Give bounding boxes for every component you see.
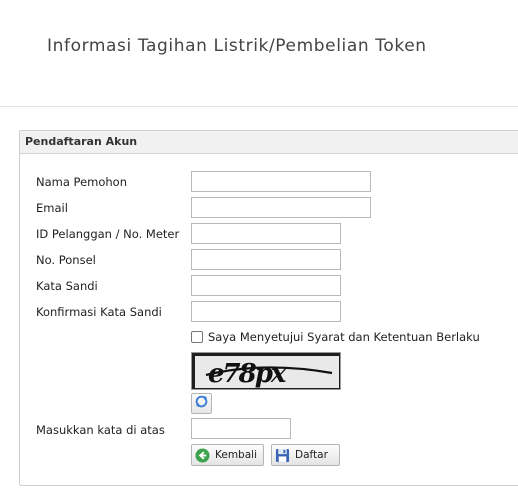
label-nama-pemohon: Nama Pemohon [36,175,128,189]
agree-checkbox[interactable] [191,331,203,343]
nama-pemohon-input[interactable] [191,171,371,192]
agree-terms[interactable]: Saya Menyetujui Syarat dan Ketentuan Ber… [191,330,480,344]
id-pelanggan-input[interactable] [191,223,341,244]
daftar-label: Daftar [295,449,328,461]
panel-heading: Pendaftaran Akun [20,131,518,154]
email-input[interactable] [191,197,371,218]
back-arrow-icon [195,447,210,463]
label-no-ponsel: No. Ponsel [36,253,96,267]
label-id-pelanggan: ID Pelanggan / No. Meter [36,227,180,241]
agree-label: Saya Menyetujui Syarat dan Ketentuan Ber… [208,330,480,344]
save-disk-icon [275,448,290,463]
kembali-label: Kembali [215,449,257,461]
page-header: Informasi Tagihan Listrik/Pembelian Toke… [0,0,518,107]
refresh-icon [194,394,209,413]
captcha-input[interactable] [191,418,291,439]
label-email: Email [36,201,68,215]
label-kata-sandi: Kata Sandi [36,279,98,293]
kata-sandi-input[interactable] [191,275,341,296]
daftar-button[interactable]: Daftar [271,444,340,466]
konfirmasi-kata-sandi-input[interactable] [191,301,341,322]
refresh-captcha-button[interactable] [191,393,212,414]
captcha-text: e78px [208,359,287,389]
kembali-button[interactable]: Kembali [191,444,264,466]
registration-panel: Pendaftaran Akun Nama Pemohon Email ID P… [19,130,518,486]
label-konfirmasi-kata-sandi: Konfirmasi Kata Sandi [36,305,162,319]
captcha-image: e78px [191,352,341,390]
no-ponsel-input[interactable] [191,249,341,270]
page-title: Informasi Tagihan Listrik/Pembelian Toke… [47,36,427,56]
label-captcha: Masukkan kata di atas [36,423,165,437]
